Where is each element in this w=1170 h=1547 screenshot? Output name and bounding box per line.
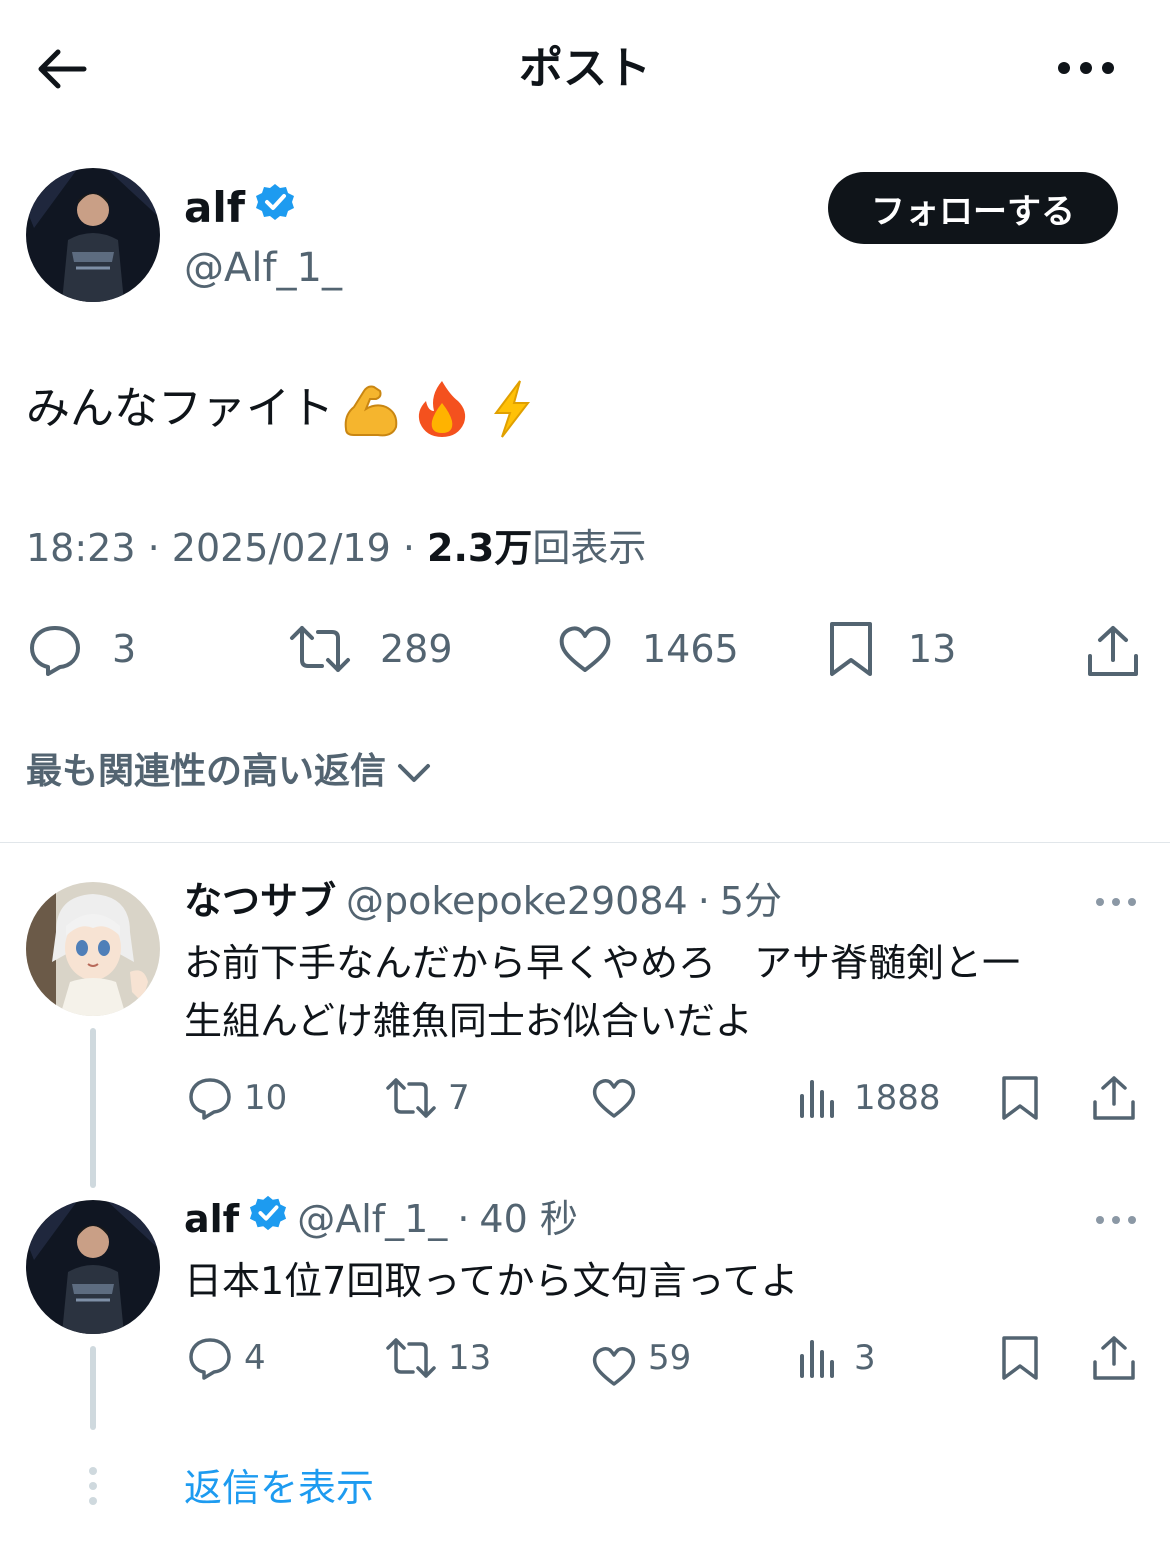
reply-button[interactable]: 4 [186,1334,266,1382]
reply-icon [189,1338,231,1380]
reply-icon [30,626,80,676]
reply-header: alf @Alf_1_ · 40 秒 [184,1194,578,1244]
post-text: みんなファイト [26,383,334,434]
follow-button[interactable]: フォローする [828,172,1118,244]
share-icon[interactable] [1084,622,1142,680]
replies-sort-selector[interactable]: 最も関連性の高い返信 [26,746,434,798]
chevron-down-icon [398,764,431,782]
reply-text-line: 生組んどけ雑魚同士お似合いだよ [184,999,753,1043]
reply-avatar[interactable] [26,882,160,1016]
reply-button[interactable]: 3 [26,620,136,678]
heart-icon [592,1347,636,1386]
reply-avatar[interactable] [26,1200,160,1334]
high-voltage-icon [480,377,544,441]
separator-dot: · [457,1197,470,1241]
verified-badge-icon [255,182,295,234]
repost-button[interactable]: 13 [384,1334,491,1382]
repost-button[interactable]: 7 [384,1074,470,1122]
bookmark-icon[interactable] [996,1074,1044,1122]
more-options-icon[interactable] [1094,1210,1138,1230]
reply-author-handle[interactable]: @pokepoke29084 [346,876,688,926]
separator-dot: · [697,879,710,923]
repost-count: 13 [448,1338,492,1378]
reply-count: 10 [244,1078,288,1118]
reply-author-name[interactable]: なつサブ [184,876,336,926]
bookmark-icon[interactable] [996,1334,1044,1382]
thread-line [90,1028,96,1188]
thread-line [90,1346,96,1430]
divider [0,842,1170,843]
like-count: 59 [648,1338,692,1378]
author-name-row[interactable]: alf [184,182,295,234]
replies-sort-label: 最も関連性の高い返信 [26,751,387,792]
share-icon[interactable] [1090,1074,1138,1122]
reply-time[interactable]: 5分 [720,876,782,926]
page-title: ポスト [519,43,651,94]
like-button[interactable] [590,1074,648,1122]
reply-count: 4 [244,1338,266,1378]
reply-author-handle[interactable]: @Alf_1_ [297,1194,447,1244]
views-label: 回表示 [532,526,647,570]
more-options-icon[interactable] [1094,892,1138,912]
post-time: 18:23 [26,526,136,570]
reply-author-name[interactable]: alf [184,1194,239,1244]
repost-count: 289 [380,627,453,671]
reply-text: 日本1位7回取ってから文句言ってよ [184,1252,799,1310]
repost-icon [386,1338,436,1378]
more-options-icon[interactable] [1054,50,1118,86]
verified-badge-icon [249,1194,287,1244]
repost-icon [386,1078,436,1118]
reply-time[interactable]: 40 秒 [479,1194,577,1244]
share-icon[interactable] [1090,1334,1138,1382]
views-count: 2.3万 [427,526,533,570]
repost-icon [290,626,350,672]
views-button[interactable]: 1888 [796,1074,941,1122]
author-name[interactable]: alf [184,182,245,234]
reply-count: 3 [112,627,137,671]
fire-icon [410,377,474,441]
heart-icon [592,1079,636,1118]
like-count: 1465 [642,627,739,671]
reply-button[interactable]: 10 [186,1074,287,1122]
post-text-row: みんなファイト [26,376,544,442]
reply-text-line: 日本1位7回取ってから文句言ってよ [184,1259,799,1303]
bookmark-count: 13 [908,627,957,671]
post-date: 2025/02/19 [171,526,391,570]
repost-count: 7 [448,1078,470,1118]
heart-icon [559,626,611,672]
views-button[interactable]: 3 [796,1334,876,1382]
show-replies-link[interactable]: 返信を表示 [184,1460,374,1516]
views-count: 1888 [854,1078,941,1118]
reply-icon [189,1078,231,1120]
author-handle[interactable]: @Alf_1_ [184,242,342,294]
repost-button[interactable]: 289 [288,620,453,678]
bookmark-icon [830,622,872,676]
post-meta: 18:23 · 2025/02/19 · 2.3万回表示 [26,526,647,570]
like-button[interactable]: 59 [590,1326,691,1390]
reply-text-line: お前下手なんだから早くやめろ アサ脊髄剣と一 [184,941,1021,985]
flexed-biceps-icon [340,377,404,441]
views-chart-icon [800,1080,834,1118]
bookmark-button[interactable]: 13 [822,620,956,678]
like-button[interactable]: 1465 [556,620,739,678]
author-avatar[interactable] [26,168,160,302]
reply-header: なつサブ @pokepoke29084 · 5分 [184,876,782,926]
thread-dots-icon [86,1466,100,1506]
views-count: 3 [854,1338,876,1378]
views-chart-icon [800,1340,834,1378]
reply-text: お前下手なんだから早くやめろ アサ脊髄剣と一 生組んどけ雑魚同士お似合いだよ [184,934,1020,1050]
